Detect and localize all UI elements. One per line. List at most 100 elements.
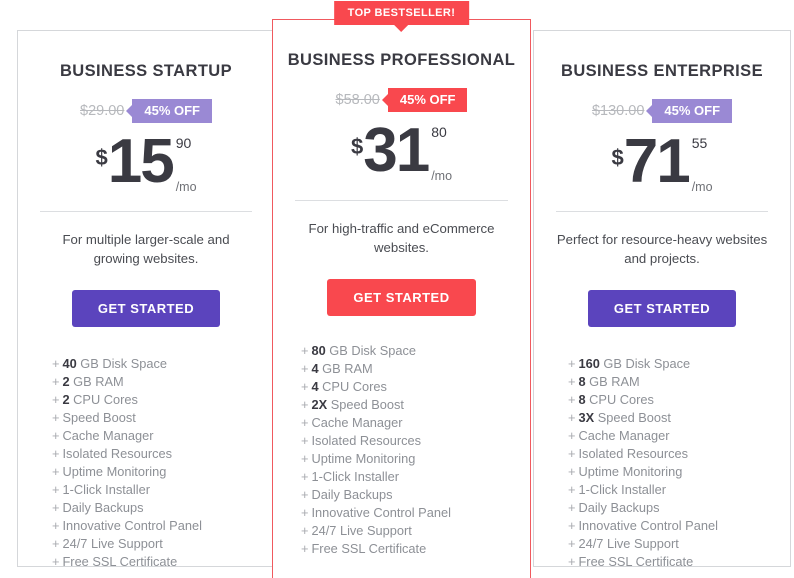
feature-item: +4 GB RAM [301,360,530,378]
discount-badge: 45% OFF [646,99,733,123]
plus-icon: + [52,464,60,480]
feature-item: + Uptime Monitoring [52,463,274,481]
old-price: $29.00 [80,103,125,119]
plus-icon: + [301,415,309,431]
feature-label: Speed Boost [597,410,671,426]
feature-label: Cache Manager [62,428,154,444]
feature-item: +2 CPU Cores [52,391,274,409]
plus-icon: + [301,487,309,503]
badge-notch-icon [126,105,133,117]
discount-badge-label: 45% OFF [664,103,721,118]
plus-icon: + [301,541,309,557]
feature-item: +1-Click Installer [52,481,274,499]
feature-label: Innovative Control Panel [578,518,718,534]
feature-value: 3X [578,410,595,426]
plus-icon: + [301,361,309,377]
feature-label: Speed Boost [62,410,136,426]
feature-label: 24/7 Live Support [311,523,412,539]
feature-label: GB RAM [322,361,373,377]
price-period: /mo [431,168,453,183]
plan-description: For multiple larger-scale and growing we… [62,232,230,267]
feature-item: +2X Speed Boost [301,396,530,414]
price-cents: 90 [175,135,192,151]
plus-icon: + [568,428,576,444]
discount-badge: 45% OFF [381,88,468,112]
feature-value: 2X [311,397,328,413]
feature-item: + Cache Manager [301,414,530,432]
feature-label: Uptime Monitoring [311,451,416,467]
plus-icon: + [52,482,60,498]
plus-icon: + [52,392,60,408]
pricing-card-business-professional[interactable]: TOP BESTSELLER! BUSINESS PROFESSIONAL $5… [272,1,531,578]
price-suffix: 80 /mo [431,122,452,185]
feature-value: 4 [311,379,319,395]
feature-label: GB Disk Space [80,356,168,372]
feature-label: Free SSL Certificate [311,541,427,557]
cta-wrapper: GET STARTED [534,290,790,328]
plus-icon: + [568,554,576,570]
currency-symbol: $ [95,145,108,170]
get-started-button[interactable]: GET STARTED [71,290,221,328]
feature-label: Isolated Resources [578,446,689,462]
feature-list: +160 GB Disk Space +8 GB RAM +8 CPU Cores +… [534,327,790,571]
plus-icon: + [568,410,576,426]
feature-item: + Isolated Resources [568,445,790,463]
feature-item: +24/7 Live Support [568,535,790,553]
price-suffix: 90 /mo [176,133,197,196]
pricing-card-business-startup[interactable]: BUSINESS STARTUP $29.00 45% OFF $ 15 90 … [17,30,275,569]
discount-badge-label: 45% OFF [144,103,200,118]
feature-list: +40 GB Disk Space +2 GB RAM +2 CPU Cores + S… [18,327,274,571]
bestseller-ribbon: TOP BESTSELLER! [333,1,470,32]
feature-value: 2 [62,374,70,390]
plus-icon: + [568,356,576,372]
plus-icon: + [568,392,576,408]
feature-item: + Daily Backups [301,486,530,504]
feature-item: + Daily Backups [568,499,790,517]
plus-icon: + [568,374,576,390]
feature-label: Innovative Control Panel [62,518,202,534]
plus-icon: + [568,446,576,462]
feature-item: +1-Click Installer [301,468,530,486]
feature-label: CPU Cores [589,392,654,408]
feature-label: Free SSL Certificate [62,554,178,570]
pricing-card-business-enterprise[interactable]: BUSINESS ENTERPRISE $130.00 45% OFF $ 71… [533,30,791,569]
feature-label: Innovative Control Panel [311,505,451,521]
feature-label: GB Disk Space [603,356,691,372]
old-price: $130.00 [591,103,645,119]
get-started-button[interactable]: GET STARTED [327,279,476,317]
pricing-table: BUSINESS STARTUP $29.00 45% OFF $ 15 90 … [0,0,794,578]
cta-wrapper: GET STARTED [273,279,530,317]
feature-item: + Isolated Resources [52,445,274,463]
plus-icon: + [301,505,309,521]
plus-icon: + [301,379,309,395]
feature-item: +24/7 Live Support [301,522,530,540]
price-amount: 31 [363,116,430,185]
feature-item: +8 CPU Cores [568,391,790,409]
feature-item: +80 GB Disk Space [301,342,530,360]
feature-label: Cache Manager [311,415,403,431]
get-started-button[interactable]: GET STARTED [587,290,737,328]
feature-label: 1-Click Installer [311,469,399,485]
plus-icon: + [301,469,309,485]
feature-item: +4 CPU Cores [301,378,530,396]
feature-label: Daily Backups [62,500,144,516]
feature-item: + Innovative Control Panel [52,517,274,535]
plus-icon: + [52,410,60,426]
price-cents: 80 [431,124,447,140]
feature-label: Uptime Monitoring [62,464,167,480]
plus-icon: + [301,523,309,539]
feature-label: Isolated Resources [62,446,173,462]
price-row: $ 15 90 /mo [18,130,274,196]
plus-icon: + [301,433,309,449]
feature-item: + Uptime Monitoring [301,450,530,468]
feature-label: Daily Backups [311,487,393,503]
plus-icon: + [52,428,60,444]
feature-label: 24/7 Live Support [62,536,163,552]
price-period: /mo [691,179,713,194]
plus-icon: + [52,446,60,462]
feature-item: + Innovative Control Panel [568,517,790,535]
plus-icon: + [568,536,576,552]
currency-symbol: $ [350,134,364,159]
feature-value: 4 [311,361,319,377]
plan-title: BUSINESS ENTERPRISE [561,62,763,80]
